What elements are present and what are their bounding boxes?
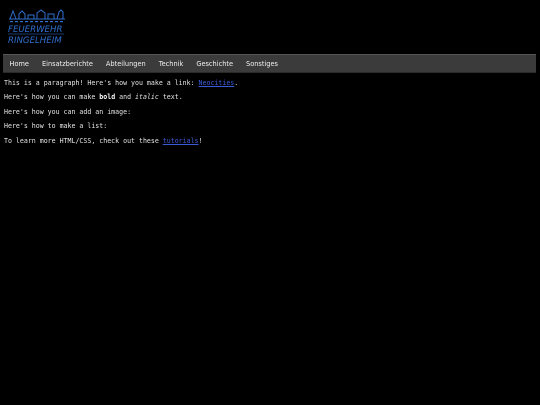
page: FEUERWEHR RINGELHEIM Home Einsatzbericht… bbox=[0, 0, 540, 405]
paragraph-text: text. bbox=[158, 93, 183, 102]
logo-line2: RINGELHEIM bbox=[8, 36, 62, 46]
paragraph-text: To learn more HTML/CSS, check out these bbox=[4, 136, 163, 145]
paragraph-text: . bbox=[234, 79, 239, 87]
paragraph-text: This is a paragraph! Here's how you make… bbox=[4, 79, 199, 87]
neocities-link[interactable]: Neocities bbox=[199, 79, 235, 87]
main-content: This is a paragraph! Here's how you make… bbox=[4, 79, 534, 152]
nav-item-home[interactable]: Home bbox=[3, 55, 35, 72]
nav-item-einsatzberichte[interactable]: Einsatzberichte bbox=[35, 55, 99, 72]
paragraph-image-example: Here's how you can add an image: bbox=[4, 107, 132, 116]
tutorials-link[interactable]: tutorials bbox=[163, 137, 199, 145]
paragraph-list-example: Here's how to make a list: bbox=[4, 122, 108, 131]
bold-text: bold bbox=[99, 93, 116, 102]
paragraph-text: Here's how you can make bbox=[4, 93, 100, 102]
paragraph-text: ! bbox=[198, 136, 203, 145]
nav-item-sonstiges[interactable]: Sonstiges bbox=[240, 55, 285, 72]
logo-line1: FEUERWEHR bbox=[8, 25, 62, 35]
paragraph-text: and bbox=[115, 93, 136, 102]
italic-text: italic bbox=[135, 93, 159, 102]
nav-item-technik[interactable]: Technik bbox=[152, 55, 190, 72]
paragraph-formatting-example: Here's how you can make bold and italic … bbox=[4, 94, 534, 101]
main-navigation: Home Einsatzberichte Abteilungen Technik… bbox=[3, 54, 536, 73]
fire-station-building-icon: FEUERWEHR RINGELHEIM bbox=[8, 9, 65, 46]
nav-item-abteilungen[interactable]: Abteilungen bbox=[99, 55, 152, 72]
nav-item-geschichte[interactable]: Geschichte bbox=[190, 55, 240, 72]
paragraph-link-example: This is a paragraph! Here's how you make… bbox=[4, 79, 534, 87]
paragraph-tutorials: To learn more HTML/CSS, check out these … bbox=[4, 136, 534, 145]
site-logo[interactable]: FEUERWEHR RINGELHEIM bbox=[7, 8, 67, 46]
